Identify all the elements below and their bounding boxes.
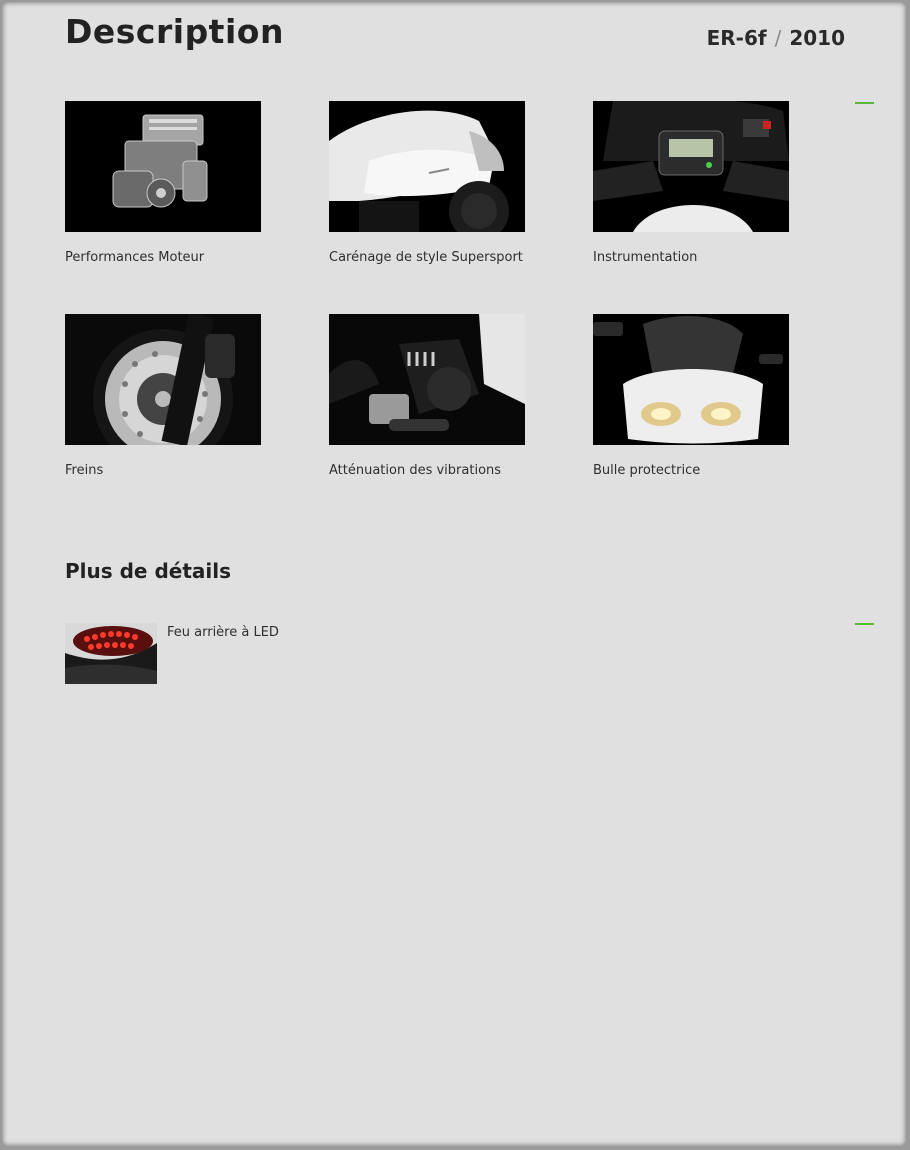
detail-item-label[interactable]: Feu arrière à LED [167,625,279,640]
fairing-image[interactable] [329,101,525,232]
feature-label: Bulle protectrice [593,463,701,478]
feature-card-vibration[interactable]: Atténuation des vibrations [329,314,525,478]
collapse-details-button[interactable] [855,623,874,625]
description-panel: Description ER-6f / 2010 Performances Mote… [2,2,906,1146]
feature-card-windscreen[interactable]: Bulle protectrice [593,314,789,478]
brake-disc-image[interactable] [65,314,261,445]
rear-suspension-image[interactable] [329,314,525,445]
model-year-heading: ER-6f / 2010 [707,26,845,50]
collapse-features-button[interactable] [855,102,874,104]
feature-label: Freins [65,463,104,478]
feature-label: Performances Moteur [65,250,205,265]
feature-card-instrumentation[interactable]: Instrumentation [593,101,789,265]
feature-card-fairing[interactable]: Carénage de style Supersport [329,101,525,265]
feature-card-engine[interactable]: Performances Moteur [65,101,261,265]
more-details-title: Plus de détails [65,559,232,583]
model-separator: / [774,26,782,50]
feature-label: Atténuation des vibrations [329,463,502,478]
feature-card-brakes[interactable]: Freins [65,314,261,478]
led-taillight-image[interactable] [65,623,157,684]
instrumentation-image[interactable] [593,101,789,232]
feature-label: Instrumentation [593,250,698,265]
windscreen-image[interactable] [593,314,789,445]
page-title: Description [65,12,284,51]
feature-label: Carénage de style Supersport [329,250,523,265]
engine-image[interactable] [65,101,261,232]
model-name: ER-6f [706,26,767,50]
model-year: 2010 [789,26,845,50]
